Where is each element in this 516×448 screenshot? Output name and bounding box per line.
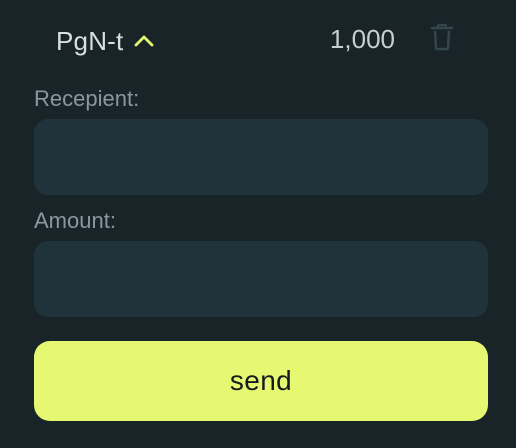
recipient-input[interactable] [34, 119, 488, 195]
token-amount: 1,000 [329, 24, 395, 54]
trash-icon[interactable] [428, 22, 456, 52]
token-row: PgN-t 1,000 [0, 0, 516, 80]
recipient-label: Recepient: [34, 86, 140, 111]
token-name: PgN-t [56, 25, 124, 56]
token-collapse-toggle[interactable]: PgN-t [56, 22, 155, 60]
chevron-up-icon [133, 29, 155, 51]
send-token-panel: PgN-t 1,000 Recepient: Amount: send [0, 0, 516, 448]
amount-label: Amount: [34, 208, 116, 233]
amount-input[interactable] [34, 241, 488, 317]
send-button[interactable]: send [34, 341, 488, 421]
